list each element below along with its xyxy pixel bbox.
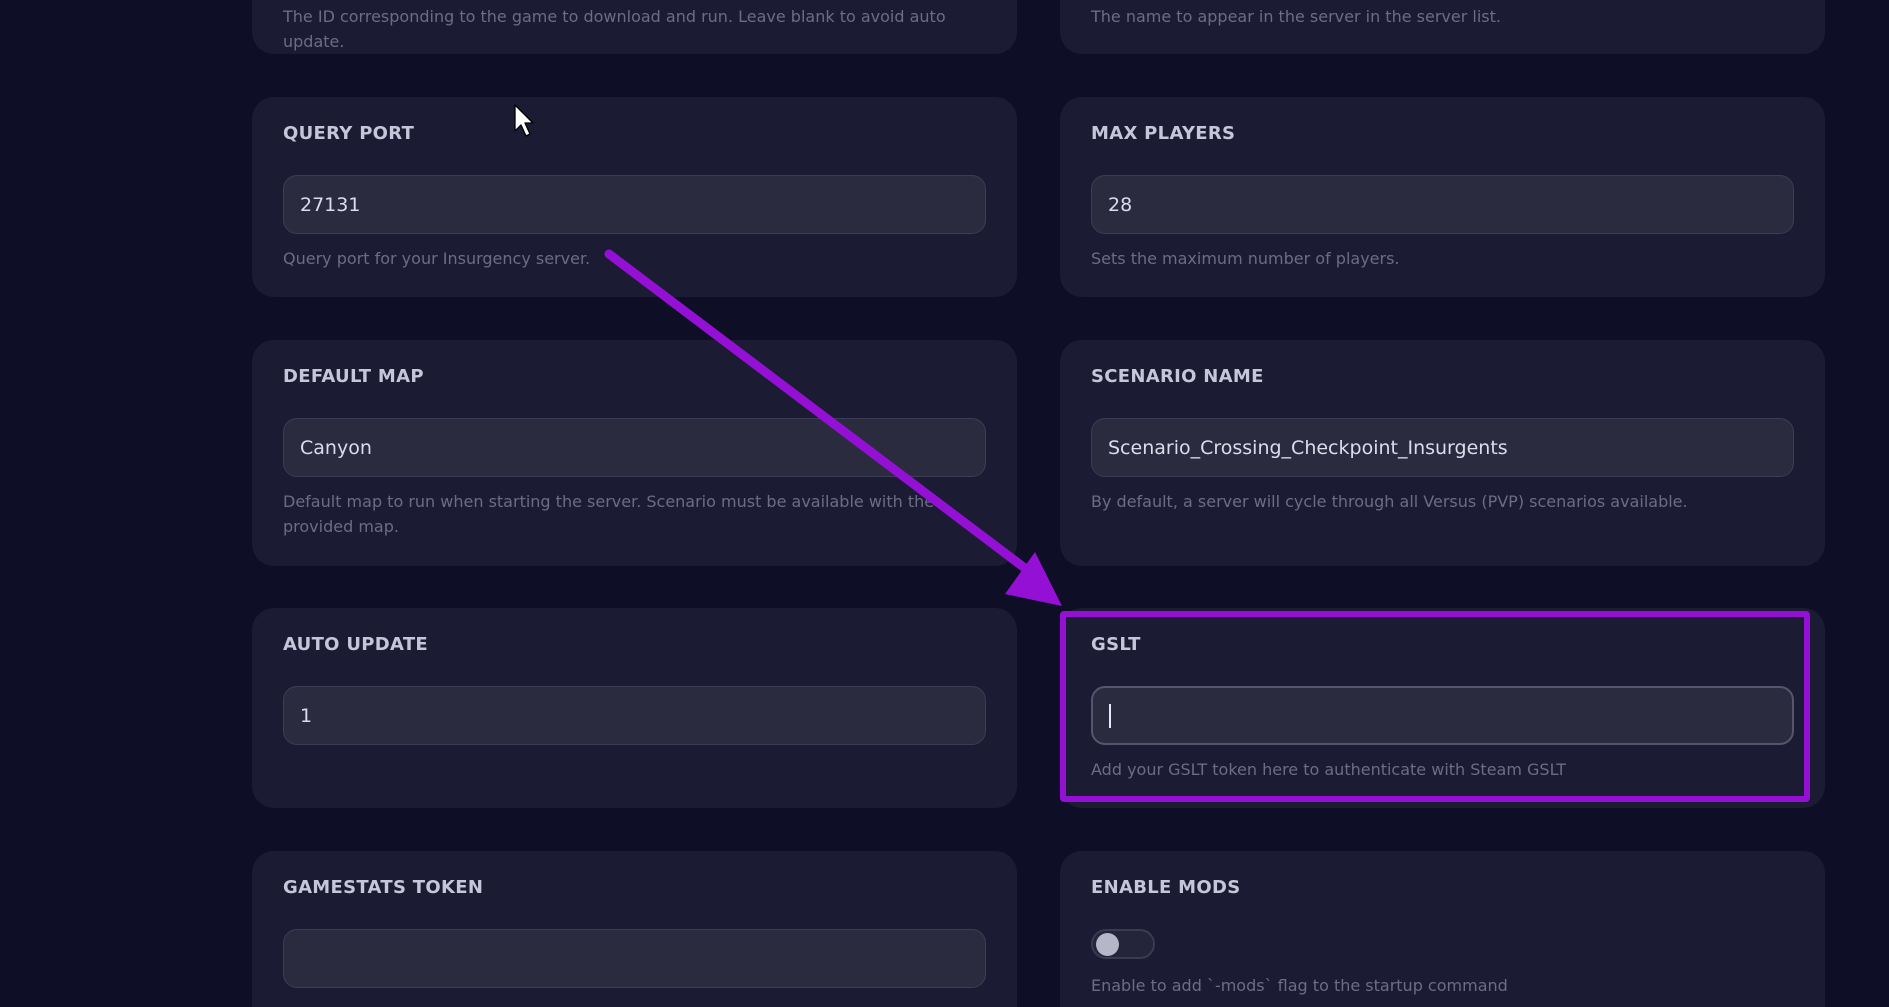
query-port-input[interactable]: 27131 — [283, 175, 986, 234]
server-name-card: The name to appear in the server in the … — [1060, 0, 1825, 54]
enable-mods-card: ENABLE MODS Enable to add `-mods` flag t… — [1060, 851, 1825, 1007]
auto-update-input[interactable]: 1 — [283, 686, 986, 745]
query-port-card: QUERY PORT 27131 Query port for your Ins… — [252, 97, 1017, 297]
default-map-value: Canyon — [300, 436, 372, 459]
auto-update-value: 1 — [300, 704, 313, 727]
game-id-card: The ID corresponding to the game to down… — [252, 0, 1017, 54]
gslt-help: Add your GSLT token here to authenticate… — [1091, 760, 1567, 779]
auto-update-card: AUTO UPDATE 1 — [252, 608, 1017, 808]
max-players-value: 28 — [1108, 193, 1133, 216]
max-players-input[interactable]: 28 — [1091, 175, 1794, 234]
enable-mods-toggle[interactable] — [1091, 929, 1155, 959]
server-name-help: The name to appear in the server in the … — [1091, 7, 1501, 26]
max-players-help: Sets the maximum number of players. — [1091, 249, 1400, 268]
default-map-label: DEFAULT MAP — [283, 366, 424, 387]
scenario-name-input[interactable]: Scenario_Crossing_Checkpoint_Insurgents — [1091, 418, 1794, 477]
scenario-name-label: SCENARIO NAME — [1091, 366, 1264, 387]
toggle-knob — [1096, 933, 1119, 956]
query-port-help: Query port for your Insurgency server. — [283, 249, 591, 268]
game-id-help: The ID corresponding to the game to down… — [283, 7, 946, 51]
default-map-input[interactable]: Canyon — [283, 418, 986, 477]
settings-page: The ID corresponding to the game to down… — [0, 0, 1889, 1007]
gamestats-token-card: GAMESTATS TOKEN — [252, 851, 1017, 1007]
query-port-label: QUERY PORT — [283, 123, 415, 144]
auto-update-label: AUTO UPDATE — [283, 634, 428, 655]
default-map-help: Default map to run when starting the ser… — [283, 492, 935, 536]
scenario-name-value: Scenario_Crossing_Checkpoint_Insurgents — [1108, 436, 1508, 459]
text-caret — [1109, 703, 1111, 728]
annotation-arrow-head — [1005, 552, 1062, 606]
gamestats-token-input[interactable] — [283, 929, 986, 988]
enable-mods-label: ENABLE MODS — [1091, 877, 1241, 898]
enable-mods-help: Enable to add `-mods` flag to the startu… — [1091, 976, 1508, 995]
gslt-label: GSLT — [1091, 634, 1141, 655]
max-players-card: MAX PLAYERS 28 Sets the maximum number o… — [1060, 97, 1825, 297]
default-map-card: DEFAULT MAP Canyon Default map to run wh… — [252, 340, 1017, 566]
scenario-name-card: SCENARIO NAME Scenario_Crossing_Checkpoi… — [1060, 340, 1825, 566]
query-port-value: 27131 — [300, 193, 361, 216]
scenario-name-help: By default, a server will cycle through … — [1091, 492, 1688, 511]
max-players-label: MAX PLAYERS — [1091, 123, 1236, 144]
gslt-input[interactable] — [1091, 686, 1794, 745]
gslt-card: GSLT Add your GSLT token here to authent… — [1060, 608, 1825, 808]
gamestats-token-label: GAMESTATS TOKEN — [283, 877, 484, 898]
